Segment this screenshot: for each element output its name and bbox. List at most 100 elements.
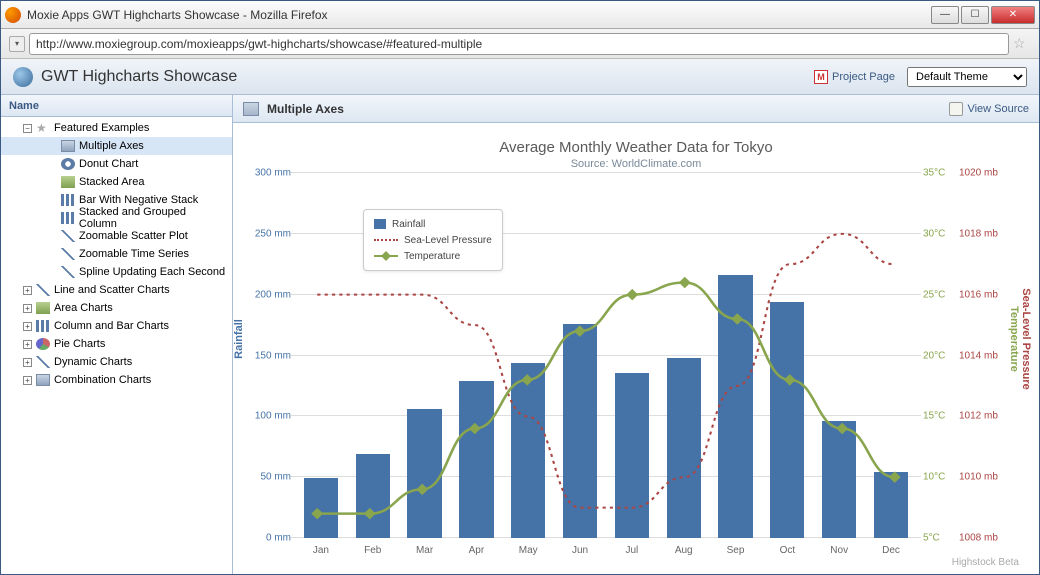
marker-temperature[interactable] [889, 471, 901, 482]
expand-icon[interactable]: + [23, 376, 32, 385]
project-page-link[interactable]: M Project Page [814, 70, 895, 84]
marker-temperature[interactable] [521, 374, 533, 385]
expand-icon[interactable]: + [23, 322, 32, 331]
tree-group-label: Line and Scatter Charts [54, 284, 170, 296]
axis-tick: 30°C [923, 228, 945, 239]
maximize-button[interactable]: ☐ [961, 6, 989, 24]
expand-icon[interactable]: + [23, 358, 32, 367]
x-axis-label: Oct [761, 545, 813, 556]
chart-type-icon [61, 248, 75, 260]
tree-group[interactable]: + Dynamic Charts [1, 353, 232, 371]
star-icon: ★ [36, 122, 50, 134]
marker-temperature[interactable] [364, 508, 376, 519]
project-page-label: Project Page [832, 71, 895, 83]
tree-group-featured[interactable]: − ★ Featured Examples [1, 119, 232, 137]
nav-dropdown-icon[interactable]: ▾ [9, 36, 25, 52]
axis-tick: 300 mm [253, 168, 291, 179]
marker-temperature[interactable] [574, 325, 586, 336]
chart-type-icon [61, 194, 75, 206]
axis-tick: 1020 mb [959, 168, 998, 179]
tree-group-label: Area Charts [54, 302, 113, 314]
chart-type-icon [36, 284, 50, 296]
tree-item-label: Stacked Area [79, 176, 144, 188]
app-title: GWT Highcharts Showcase [41, 68, 814, 86]
tree: − ★ Featured Examples Multiple Axes Donut… [1, 117, 232, 574]
tree-item-featured[interactable]: Stacked and Grouped Column [1, 209, 232, 227]
tree-group[interactable]: + Combination Charts [1, 371, 232, 389]
expand-icon[interactable]: + [23, 304, 32, 313]
bookmark-star-icon[interactable]: ☆ [1013, 35, 1031, 52]
view-source-link[interactable]: View Source [949, 102, 1029, 116]
chart-type-icon [61, 212, 75, 224]
tree-item-label: Zoomable Scatter Plot [79, 230, 188, 242]
axis-tick: 5°C [923, 533, 940, 544]
tree-group[interactable]: +Pie Charts [1, 335, 232, 353]
app-toolbar: GWT Highcharts Showcase M Project Page D… [1, 59, 1039, 95]
chart-credit[interactable]: Highstock Beta [952, 557, 1019, 568]
legend-bar-icon [374, 219, 386, 229]
expand-icon[interactable]: + [23, 286, 32, 295]
url-input[interactable] [36, 37, 1002, 51]
marker-temperature[interactable] [469, 423, 481, 434]
chart-type-icon [36, 356, 50, 368]
axis-tick: 0 mm [253, 533, 291, 544]
legend-dotted-icon [374, 239, 398, 241]
y-axis-rainfall: 0 mm50 mm100 mm150 mm200 mm250 mm300 mm [253, 173, 291, 538]
collapse-icon[interactable]: − [23, 124, 32, 133]
legend-rainfall[interactable]: Rainfall [374, 216, 492, 232]
marker-temperature[interactable] [836, 423, 848, 434]
axis-tick: 50 mm [253, 472, 291, 483]
x-axis-label: Dec [865, 545, 917, 556]
x-axis-label: Jun [554, 545, 606, 556]
x-axis-label: Aug [658, 545, 710, 556]
legend-pressure[interactable]: Sea-Level Pressure [374, 232, 492, 248]
tree-item-label: Bar With Negative Stack [79, 194, 198, 206]
address-bar: ▾ ☆ [1, 29, 1039, 59]
view-source-label: View Source [967, 103, 1029, 115]
tree-group[interactable]: + Area Charts [1, 299, 232, 317]
x-axis-label: Feb [347, 545, 399, 556]
x-axis-label: May [502, 545, 554, 556]
marker-temperature[interactable] [416, 484, 428, 495]
line-temperature[interactable] [317, 283, 895, 514]
close-button[interactable]: ✕ [991, 6, 1035, 24]
y-axis-pressure: 1008 mb1010 mb1012 mb1014 mb1016 mb1018 … [959, 173, 1009, 538]
tree-item-featured[interactable]: Zoomable Time Series [1, 245, 232, 263]
chart-area: Average Monthly Weather Data for Tokyo S… [233, 123, 1039, 574]
axis-label-rainfall: Rainfall [233, 319, 245, 359]
legend-temperature[interactable]: Temperature [374, 248, 492, 264]
tree-item-featured[interactable]: Stacked Area [1, 173, 232, 191]
axis-tick: 20°C [923, 350, 945, 361]
tree-item-label: Multiple Axes [79, 140, 144, 152]
tree-item-featured[interactable]: Donut Chart [1, 155, 232, 173]
axis-tick: 200 mm [253, 289, 291, 300]
chart-panel-icon [243, 102, 259, 116]
y-axis-temperature: 5°C10°C15°C20°C25°C30°C35°C [923, 173, 957, 538]
marker-temperature[interactable] [311, 508, 323, 519]
marker-temperature[interactable] [626, 289, 638, 300]
axis-tick: 25°C [923, 289, 945, 300]
tree-item-featured[interactable]: Spline Updating Each Second [1, 263, 232, 281]
minimize-button[interactable]: — [931, 6, 959, 24]
legend[interactable]: Rainfall Sea-Level Pressure Temperature [363, 209, 503, 271]
tree-group[interactable]: + Line and Scatter Charts [1, 281, 232, 299]
chart-type-icon [36, 320, 50, 332]
line-pressure[interactable] [317, 234, 895, 508]
marker-temperature[interactable] [784, 374, 796, 385]
url-field[interactable] [29, 33, 1009, 55]
window-titlebar: Moxie Apps GWT Highcharts Showcase - Moz… [1, 1, 1039, 29]
sidebar: Name − ★ Featured Examples Multiple Axes… [1, 95, 233, 574]
expand-icon[interactable]: + [23, 340, 32, 349]
tree-group-label: Dynamic Charts [54, 356, 132, 368]
tree-item-label: Stacked and Grouped Column [79, 206, 226, 230]
tree-group-label: Combination Charts [54, 374, 151, 386]
axis-tick: 35°C [923, 168, 945, 179]
chart-type-icon [61, 230, 75, 242]
marker-temperature[interactable] [679, 277, 691, 288]
chart-type-icon [61, 158, 75, 170]
tree-item-featured[interactable]: Multiple Axes [1, 137, 232, 155]
axis-tick: 15°C [923, 411, 945, 422]
tree-group[interactable]: +Column and Bar Charts [1, 317, 232, 335]
theme-select[interactable]: Default Theme [907, 67, 1027, 87]
marker-temperature[interactable] [731, 313, 743, 324]
